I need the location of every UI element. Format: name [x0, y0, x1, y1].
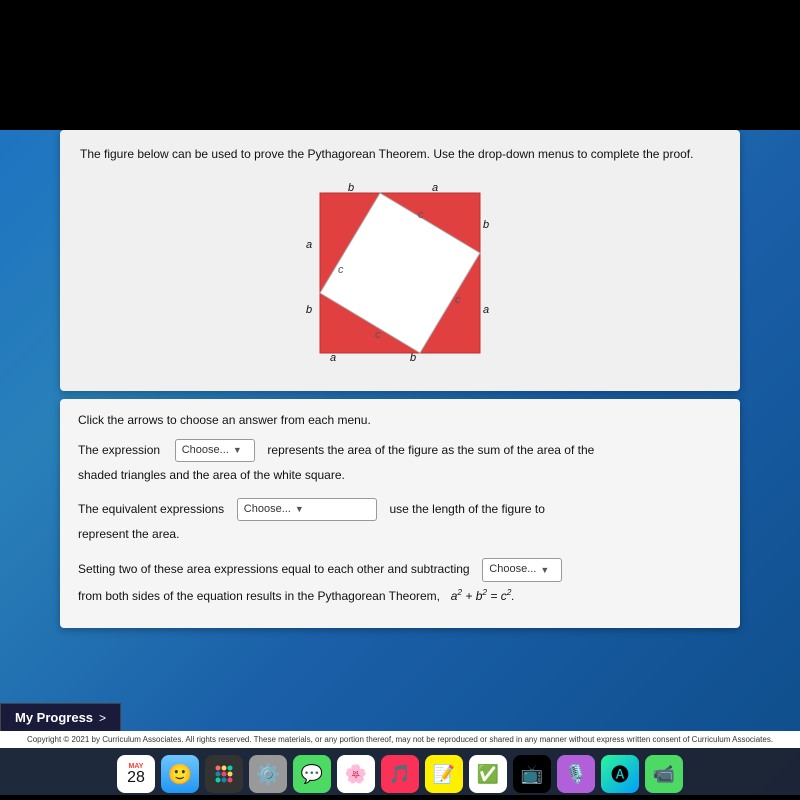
answer-line-2: The equivalent expressions Choose... ▼ u…: [78, 498, 722, 522]
line2-cont: represent the area.: [78, 527, 179, 541]
dock-notes[interactable]: 📝: [425, 755, 463, 793]
svg-text:a: a: [330, 352, 336, 363]
answer-line-3-cont: from both sides of the equation results …: [78, 586, 722, 606]
line1-prefix: The expression: [78, 443, 160, 457]
answer-line-1-cont: shaded triangles and the area of the whi…: [78, 466, 722, 485]
line2-prefix: The equivalent expressions: [78, 502, 224, 516]
figure-instruction: The figure below can be used to prove th…: [80, 146, 720, 163]
svg-text:b: b: [306, 304, 312, 316]
dropdown-1-value: Choose...: [182, 442, 229, 460]
svg-text:a: a: [306, 239, 312, 251]
svg-text:c: c: [338, 264, 344, 276]
black-top-bar: [0, 0, 800, 130]
dropdown-2[interactable]: Choose... ▼: [237, 498, 377, 522]
dock-messages[interactable]: 💬: [293, 755, 331, 793]
dock-appstore[interactable]: 🅐: [601, 755, 639, 793]
dropdown-2-value: Choose...: [244, 501, 291, 519]
math-equation: a2 + b2 = c2.: [451, 589, 515, 603]
line1-cont: shaded triangles and the area of the whi…: [78, 468, 345, 482]
answer-line-1: The expression Choose... ▼ represents th…: [78, 439, 722, 463]
click-instruction: Click the arrows to choose an answer fro…: [78, 413, 722, 427]
dropdown-1[interactable]: Choose... ▼: [175, 439, 255, 463]
svg-text:b: b: [410, 352, 416, 363]
dock-calendar[interactable]: MAY 28: [117, 755, 155, 793]
svg-text:a: a: [432, 183, 438, 194]
dock-reminders[interactable]: ✅: [469, 755, 507, 793]
diagram-container: b a b a a b a b c c c c: [80, 175, 720, 371]
line1-suffix: represents the area of the figure as the…: [267, 443, 594, 457]
dropdown-3-value: Choose...: [489, 561, 536, 579]
dock-photos[interactable]: 🌸: [337, 755, 375, 793]
dock-day: 28: [127, 770, 145, 786]
dropdown-3[interactable]: Choose... ▼: [482, 558, 562, 582]
figure-card: The figure below can be used to prove th…: [60, 130, 740, 391]
line3-prefix: Setting two of these area expressions eq…: [78, 562, 470, 576]
svg-text:b: b: [348, 183, 354, 194]
dock: MAY 28 🙂 ⚙️ 💬 🌸 🎵 📝 ✅ 📺 🎙️ 🅐 📹: [0, 748, 800, 800]
my-progress-label: My Progress: [15, 710, 93, 725]
svg-text:a: a: [483, 304, 489, 316]
progress-chevron: >: [99, 711, 106, 725]
answer-line-2-cont: represent the area.: [78, 525, 722, 544]
pythagorean-diagram: b a b a a b a b c c c c: [300, 183, 500, 363]
svg-text:b: b: [483, 219, 489, 231]
dock-system-prefs[interactable]: ⚙️: [249, 755, 287, 793]
launchpad-icon: [213, 763, 235, 785]
content-wrapper: The figure below can be used to prove th…: [60, 130, 740, 700]
dropdown-3-arrow: ▼: [540, 563, 549, 577]
dock-tv[interactable]: 📺: [513, 755, 551, 793]
line3-suffix: from both sides of the equation results …: [78, 589, 440, 603]
black-bottom-strip: [0, 795, 800, 800]
svg-text:c: c: [455, 294, 461, 306]
svg-text:c: c: [418, 209, 424, 221]
line2-suffix: use the length of the figure to: [389, 502, 544, 516]
dock-launchpad[interactable]: [205, 755, 243, 793]
answer-line-3: Setting two of these area expressions eq…: [78, 558, 722, 582]
dock-music[interactable]: 🎵: [381, 755, 419, 793]
dock-facetime[interactable]: 📹: [645, 755, 683, 793]
dock-finder[interactable]: 🙂: [161, 755, 199, 793]
answer-card: Click the arrows to choose an answer fro…: [60, 399, 740, 628]
copyright-text: Copyright © 2021 by Curriculum Associate…: [27, 735, 773, 744]
svg-text:c: c: [375, 329, 381, 341]
my-progress-bar[interactable]: My Progress >: [0, 703, 121, 732]
dock-podcasts[interactable]: 🎙️: [557, 755, 595, 793]
dropdown-2-arrow: ▼: [295, 502, 304, 516]
dropdown-1-arrow: ▼: [233, 443, 242, 457]
copyright-bar: Copyright © 2021 by Curriculum Associate…: [0, 731, 800, 748]
